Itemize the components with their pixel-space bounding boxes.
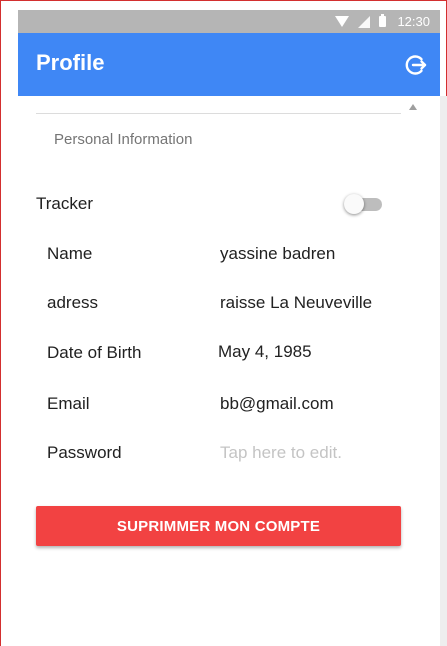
email-field[interactable]: bb@gmail.com bbox=[220, 394, 334, 414]
tracker-label: Tracker bbox=[36, 194, 93, 213]
scroll-up-arrow-icon[interactable] bbox=[409, 104, 417, 110]
profile-content: Personal Information Tracker Name yassin… bbox=[18, 96, 419, 646]
password-field[interactable]: Tap here to edit. bbox=[220, 443, 342, 463]
app-bar: Profile bbox=[18, 33, 440, 96]
field-label: adress bbox=[47, 293, 99, 312]
name-field[interactable]: yassine badren bbox=[220, 244, 335, 264]
adress-field[interactable]: raisse La Neuveville bbox=[220, 293, 372, 313]
status-bar: 12:30 bbox=[18, 10, 440, 33]
page-title: Profile bbox=[36, 50, 105, 75]
section-title: Personal Information bbox=[54, 131, 193, 148]
field-label: Date of Birth bbox=[47, 343, 142, 362]
battery-icon bbox=[379, 14, 387, 27]
delete-account-button[interactable]: SUPRIMMER MON COMPTE bbox=[36, 506, 401, 546]
logout-icon[interactable] bbox=[404, 53, 428, 77]
status-icons: 12:30 bbox=[335, 13, 430, 30]
field-row-date-of-birth: Date of Birth May 4, 1985 bbox=[18, 342, 419, 373]
status-time: 12:30 bbox=[397, 14, 430, 29]
left-gutter bbox=[1, 10, 18, 646]
tracker-toggle[interactable] bbox=[344, 194, 382, 214]
field-label: Password bbox=[47, 443, 122, 462]
toggle-thumb bbox=[344, 194, 364, 214]
field-row-password: Password Tap here to edit. bbox=[18, 443, 419, 473]
field-row-name: Name yassine badren bbox=[18, 244, 419, 274]
divider bbox=[36, 113, 401, 114]
field-label: Name bbox=[47, 244, 93, 263]
wifi-icon bbox=[335, 16, 350, 27]
field-row-adress: adress raisse La Neuveville bbox=[18, 293, 419, 323]
field-label: Email bbox=[47, 394, 90, 413]
date-of-birth-field[interactable]: May 4, 1985 bbox=[218, 342, 312, 362]
phone-screen: 12:30 Profile Personal Information Track… bbox=[18, 10, 440, 646]
field-row-email: Email bb@gmail.com bbox=[18, 394, 419, 424]
signal-icon bbox=[358, 15, 371, 28]
